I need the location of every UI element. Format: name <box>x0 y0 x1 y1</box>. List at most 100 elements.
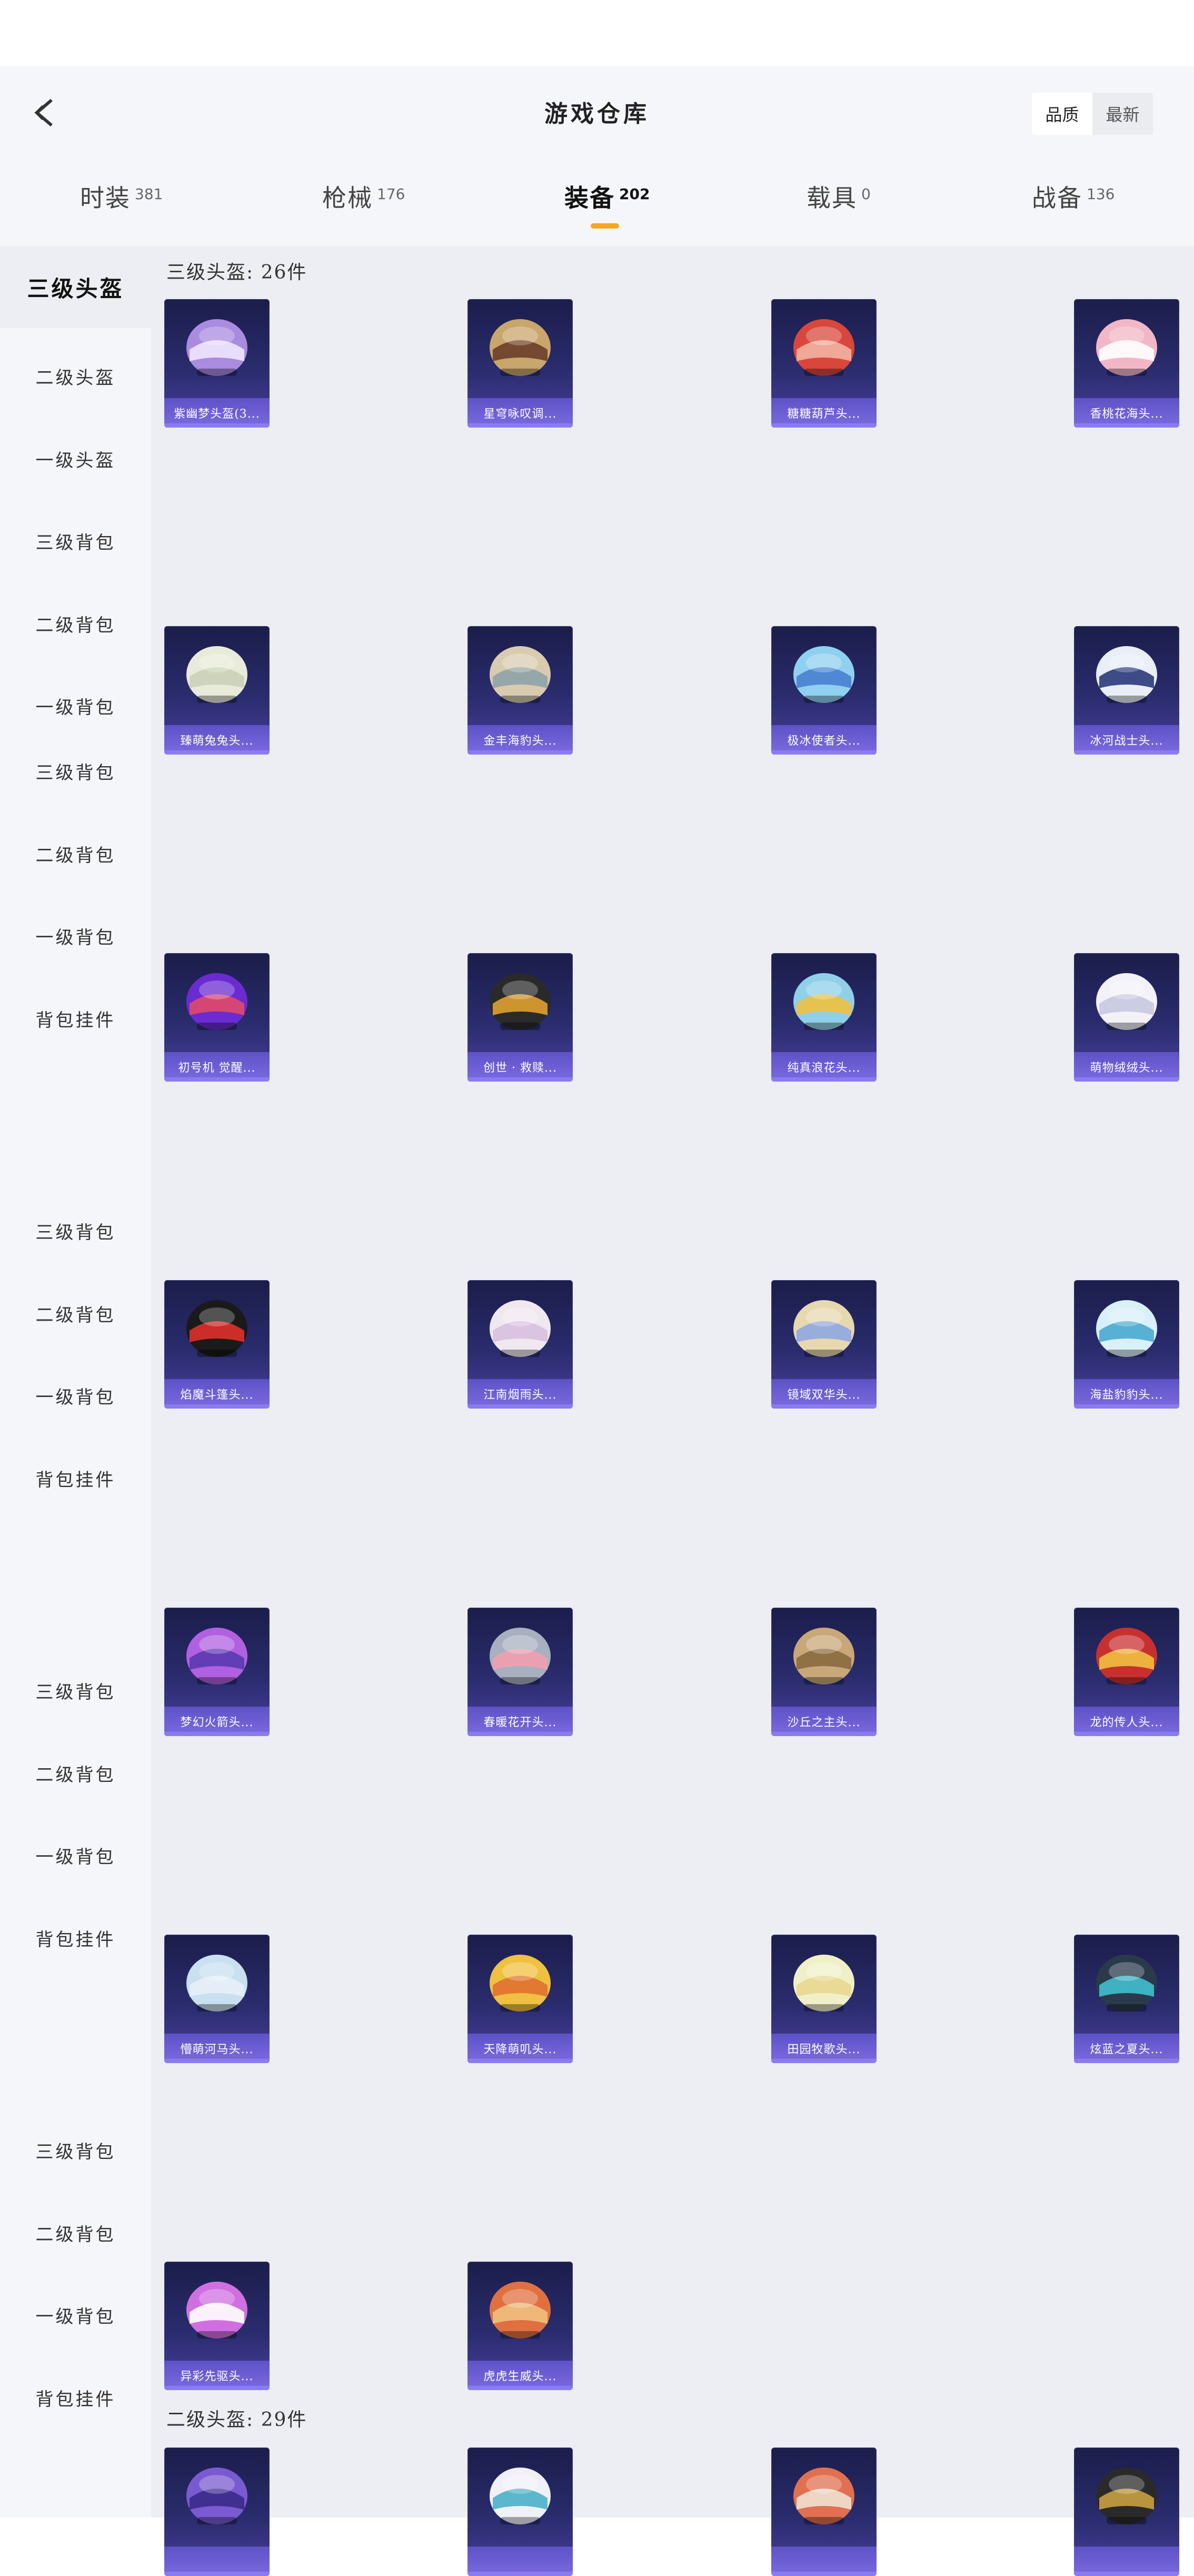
sidebar-item[interactable]: 三级头盔 <box>0 246 151 328</box>
sidebar-item[interactable]: 二级背包 <box>0 814 151 893</box>
item-quality-strip <box>467 750 573 755</box>
item-quality-strip <box>771 423 877 428</box>
item-quality-strip <box>467 2386 573 2390</box>
item-card[interactable]: 星穹咏叹调... <box>467 299 573 428</box>
tab-fashion[interactable]: 时装 381 <box>80 179 163 214</box>
sidebar-item[interactable]: 一级背包 <box>0 896 151 975</box>
sidebar-item[interactable]: 二级背包 <box>0 1733 151 1812</box>
helmet-icon <box>490 646 551 703</box>
item-quality-strip <box>1074 2059 1179 2063</box>
item-card[interactable]: 初号机 觉醒... <box>164 953 270 1082</box>
item-name: 镜域双华头... <box>787 1389 861 1402</box>
item-card[interactable]: 沙丘之主头... <box>771 1608 877 1736</box>
sidebar-item[interactable]: 背包挂件 <box>0 979 151 1058</box>
item-name: 冰河战士头... <box>1090 735 1163 748</box>
item-card[interactable]: 创世 · 救赎... <box>467 953 573 1082</box>
sidebar-item[interactable]: 二级背包 <box>0 2193 151 2272</box>
helmet-icon <box>490 1955 551 2012</box>
helmet-icon <box>490 1300 551 1357</box>
helmet-icon <box>186 2468 247 2524</box>
helmet-icon <box>793 1955 854 2012</box>
item-card[interactable] <box>164 2448 270 2576</box>
item-card[interactable]: 梦幻火箭头... <box>164 1608 270 1736</box>
helmet-icon <box>793 646 854 703</box>
sidebar-item[interactable]: 三级背包 <box>0 1191 151 1270</box>
tab-tactical-gear[interactable]: 战备 136 <box>1032 179 1115 214</box>
tab-count: 0 <box>861 185 871 203</box>
tab-label: 装备 <box>564 184 615 212</box>
item-name: 沙丘之主头... <box>787 1716 861 1729</box>
item-name: 糖糖葫芦头... <box>787 408 861 421</box>
item-card[interactable] <box>771 2448 877 2576</box>
sidebar-item[interactable]: 三级背包 <box>0 1651 151 1730</box>
item-card[interactable]: 海盐豹豹头... <box>1074 1280 1179 1409</box>
tab-firearms[interactable]: 枪械 176 <box>322 179 405 214</box>
tab-vehicles[interactable]: 载具 0 <box>807 179 871 214</box>
section-title: 二级头盔: 29件 <box>166 2409 307 2431</box>
item-name: 金丰海豹头... <box>483 735 557 748</box>
active-tab-indicator <box>591 223 619 229</box>
item-card[interactable]: 冰河战士头... <box>1074 626 1179 755</box>
sidebar-item[interactable]: 二级背包 <box>0 1274 151 1353</box>
item-card[interactable]: 炫蓝之夏头... <box>1074 1935 1179 2063</box>
helmet-icon <box>490 319 551 376</box>
item-card[interactable]: 紫幽梦头盔(3... <box>164 299 270 428</box>
item-card[interactable]: 异彩先驱头... <box>164 2262 270 2390</box>
item-name: 萌物绒绒头... <box>1090 1062 1163 1075</box>
item-card[interactable]: 臻萌兔兔头... <box>164 626 270 755</box>
sidebar-item[interactable]: 一级背包 <box>0 1356 151 1435</box>
item-quality-strip <box>467 1077 573 1082</box>
item-card[interactable]: 江南烟雨头... <box>467 1280 573 1409</box>
sidebar-item[interactable]: 背包挂件 <box>0 1439 151 1518</box>
helmet-icon <box>186 1300 247 1357</box>
sidebar-item[interactable]: 背包挂件 <box>0 1898 151 1977</box>
item-card[interactable]: 香桃花海头... <box>1074 299 1179 428</box>
sidebar-item[interactable]: 三级背包 <box>0 501 151 580</box>
helmet-icon <box>186 2282 247 2339</box>
sidebar-item[interactable]: 三级背包 <box>0 731 151 810</box>
status-bar <box>0 0 1194 66</box>
item-card[interactable]: 金丰海豹头... <box>467 626 573 755</box>
item-card[interactable]: 天降萌叽头... <box>467 1935 573 2063</box>
helmet-icon <box>186 973 247 1030</box>
item-name: 创世 · 救赎... <box>483 1062 557 1075</box>
sidebar-item[interactable]: 一级背包 <box>0 2275 151 2354</box>
item-quality-strip <box>467 1404 573 1409</box>
sidebar-item[interactable]: 三级背包 <box>0 2111 151 2189</box>
item-card[interactable]: 萌物绒绒头... <box>1074 953 1179 1082</box>
tab-equipment[interactable]: 装备 202 <box>564 179 650 214</box>
item-card[interactable]: 春暖花开头... <box>467 1608 573 1736</box>
item-card[interactable]: 纯真浪花头... <box>771 953 877 1082</box>
item-card[interactable]: 极冰使者头... <box>771 626 877 755</box>
helmet-icon <box>1096 646 1157 703</box>
helmet-icon <box>490 2468 551 2524</box>
sidebar-item[interactable]: 二级背包 <box>0 584 151 663</box>
tab-count: 176 <box>377 185 405 203</box>
helmet-icon <box>186 319 247 376</box>
item-quality-strip <box>164 1077 270 1082</box>
sidebar-item[interactable]: 二级头盔 <box>0 336 151 415</box>
item-card[interactable]: 虎虎生威头... <box>467 2262 573 2390</box>
item-card[interactable]: 龙的传人头... <box>1074 1608 1179 1736</box>
sort-newest-button[interactable]: 最新 <box>1092 93 1153 135</box>
helmet-icon <box>793 2468 854 2524</box>
sort-quality-button[interactable]: 品质 <box>1032 93 1092 135</box>
item-name: 香桃花海头... <box>1090 408 1163 421</box>
item-card[interactable]: 田园牧歌头... <box>771 1935 877 2063</box>
item-card[interactable]: 焰魔斗篷头... <box>164 1280 270 1409</box>
helmet-icon <box>490 2282 551 2339</box>
item-card[interactable]: 镜域双华头... <box>771 1280 877 1409</box>
sidebar-item[interactable]: 一级背包 <box>0 1816 151 1895</box>
item-name: 极冰使者头... <box>787 735 861 748</box>
item-card[interactable] <box>1074 2448 1179 2576</box>
helmet-icon <box>1096 1955 1157 2012</box>
item-card[interactable]: 懵萌河马头... <box>164 1935 270 2063</box>
item-quality-strip <box>164 423 270 428</box>
item-quality-strip <box>467 1732 573 1736</box>
sidebar-item[interactable]: 一级头盔 <box>0 419 151 498</box>
item-card[interactable] <box>467 2448 573 2576</box>
item-quality-strip <box>1074 1732 1179 1736</box>
sidebar-item[interactable]: 背包挂件 <box>0 2358 151 2437</box>
item-name: 海盐豹豹头... <box>1090 1389 1163 1402</box>
item-card[interactable]: 糖糖葫芦头... <box>771 299 877 428</box>
